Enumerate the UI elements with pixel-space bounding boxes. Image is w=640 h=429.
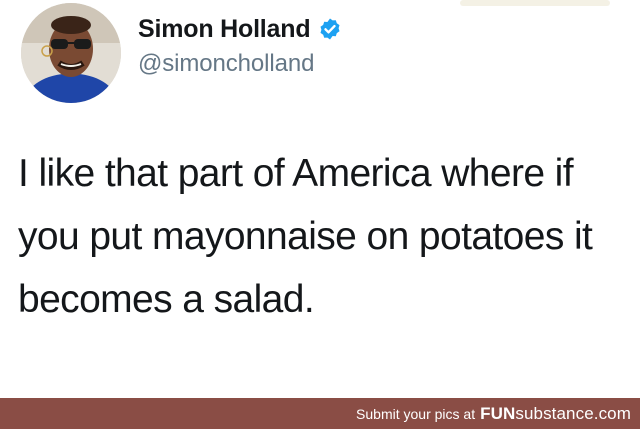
watermark-brand[interactable]: FUNsubstance.com <box>480 404 631 424</box>
cropped-element <box>460 0 610 6</box>
author-name[interactable]: Simon Holland <box>138 15 311 44</box>
tweet-card: Simon Holland @simoncholland I like that… <box>0 0 640 398</box>
author-handle[interactable]: @simoncholland <box>138 50 314 78</box>
verified-badge-icon <box>320 18 340 40</box>
watermark-bar: Submit your pics at FUNsubstance.com <box>0 398 640 429</box>
author-row: Simon Holland <box>138 12 342 46</box>
watermark-caption: Submit your pics at <box>356 405 476 422</box>
tweet-text: I like that part of America where if you… <box>18 152 593 321</box>
avatar[interactable] <box>21 3 121 103</box>
watermark-brand-bold: FUN <box>480 403 516 423</box>
watermark-brand-rest: substance.com <box>515 403 631 423</box>
profile-photo-icon <box>21 3 121 103</box>
